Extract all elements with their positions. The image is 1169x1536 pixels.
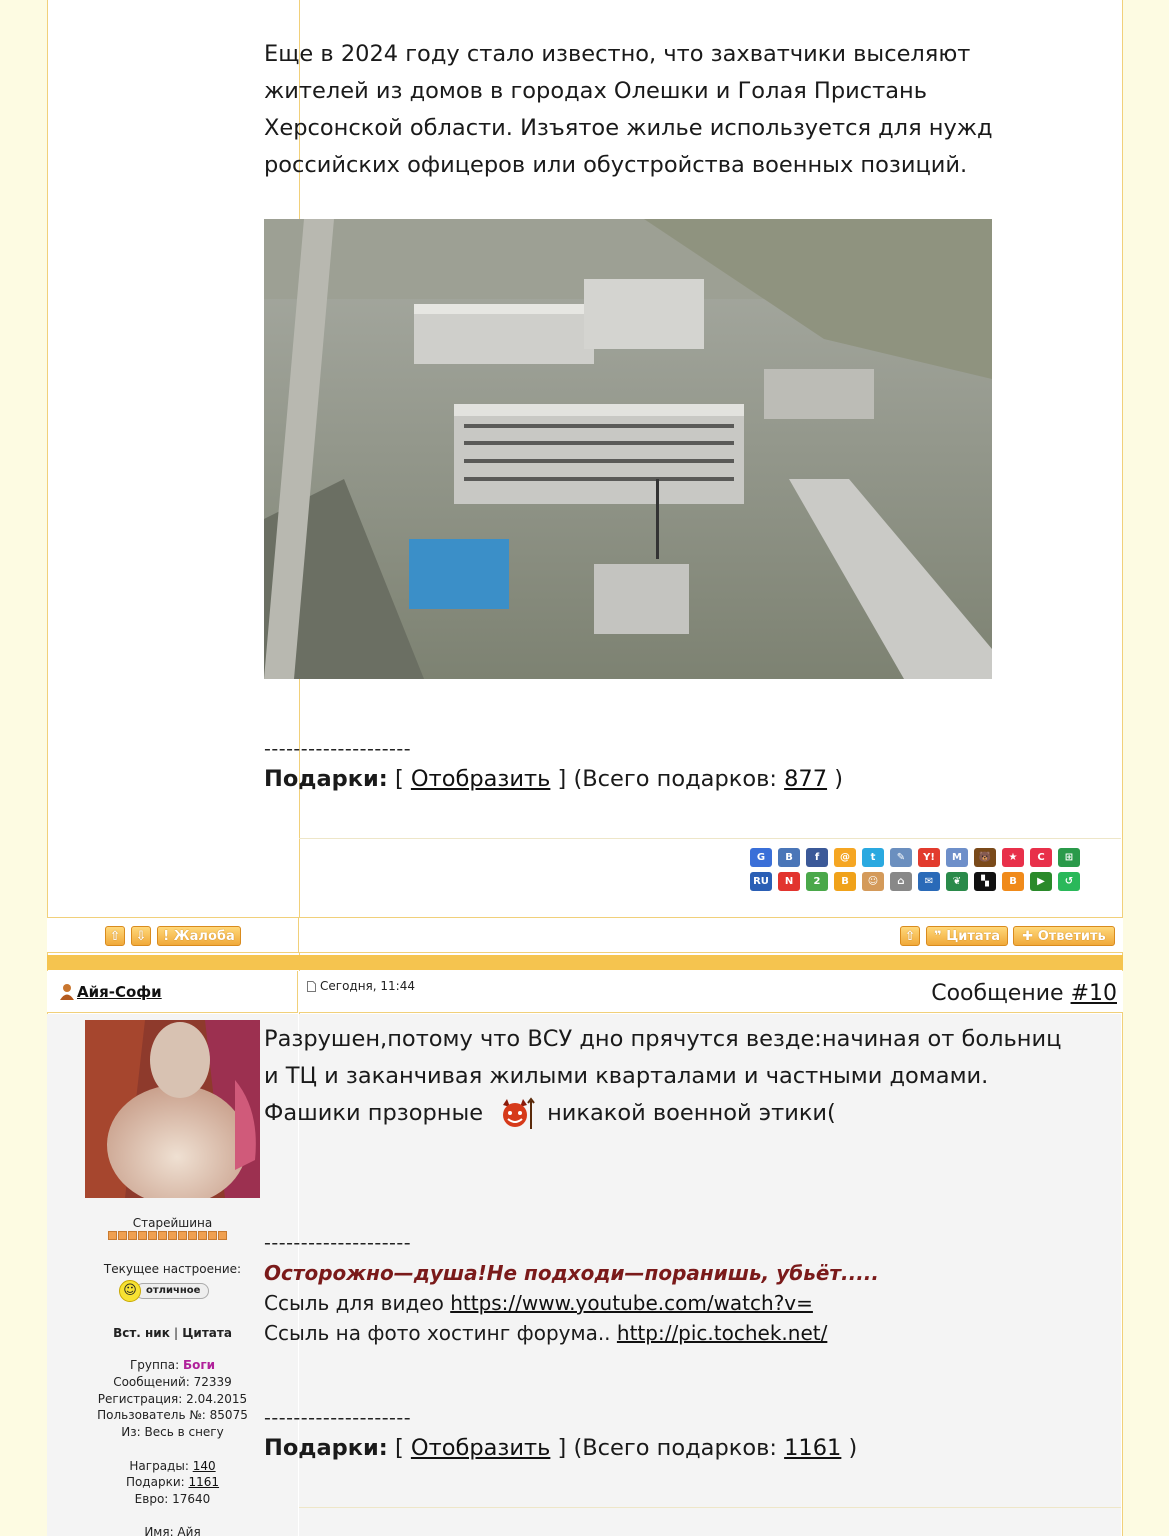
share-service-icon[interactable]: ✉ (918, 872, 940, 891)
post-line-2b: никакой военной этики( (547, 1100, 836, 1126)
gifts-bracket-close: ) (848, 1435, 858, 1461)
destroyed-city-aerial-image (264, 219, 992, 679)
gifts-total-prefix: ] (Всего подарков: (557, 1435, 777, 1461)
gifts-label: Подарки: (264, 1435, 388, 1461)
gifts-show-link[interactable]: Отобразить (411, 766, 550, 792)
video-link[interactable]: https://www.youtube.com/watch?v= (450, 1291, 813, 1315)
gifts-count-link[interactable]: 1161 (784, 1435, 841, 1461)
profile-gifts-link[interactable]: 1161 (189, 1475, 220, 1489)
share-service-icon[interactable]: M (946, 848, 968, 867)
share-divider (299, 1507, 1121, 1508)
share-service-icon[interactable]: B (778, 848, 800, 867)
share-row: RU N 2 B ☺ ⌂ ✉ ❦ ▚ B ▶ ↺ (740, 872, 1080, 891)
gifts-line: Подарки: [ Отобразить ] (Всего подарков:… (264, 1435, 857, 1461)
signature-separator: -------------------- (264, 1232, 412, 1254)
gifts-count-link[interactable]: 877 (784, 766, 827, 792)
video-link-line: Ссыль для видео https://www.youtube.com/… (264, 1291, 813, 1315)
user-icon (60, 984, 74, 1000)
share-service-icon[interactable]: ↺ (1058, 872, 1080, 891)
post-line-2: Фашики прзорные никакой военной этики( (264, 1095, 1064, 1132)
share-service-icon[interactable]: ☺ (862, 872, 884, 891)
share-service-icon[interactable]: 🐻 (974, 848, 996, 867)
gifts-bracket-close: ) (834, 766, 843, 792)
share-service-icon[interactable]: B (834, 872, 856, 891)
share-service-icon[interactable]: C (1030, 848, 1052, 867)
post-text: Еще в 2024 году стало известно, что захв… (264, 41, 993, 178)
author-name: Айя-Софи (77, 983, 162, 1001)
insert-nick-link[interactable]: Вст. ник (113, 1326, 170, 1340)
share-service-icon[interactable]: 2 (806, 872, 828, 891)
share-service-icon[interactable]: ▚ (974, 872, 996, 891)
signature-separator: -------------------- (264, 1407, 412, 1429)
share-service-icon[interactable]: ❦ (946, 872, 968, 891)
gifts-line: Подарки: [ Отобразить ] (Всего подарков:… (264, 766, 843, 792)
gifts-total-prefix: ] (Всего подарков: (557, 766, 777, 792)
share-service-icon[interactable]: f (806, 848, 828, 867)
post-line-2a: Фашики прзорные (264, 1100, 484, 1126)
devil-emoticon-icon (503, 1096, 535, 1129)
share-icons: G Bf @ t ✎ Y! M 🐻 ★ C ⊞ RU N 2 B ☺ ⌂ ✉ ❦ ▚ B ▶ ↺ (740, 848, 1080, 896)
share-service-icon[interactable]: t (862, 848, 884, 867)
share-service-icon[interactable]: ✎ (890, 848, 912, 867)
signature-quote: Осторожно—душа!Не подходи—поранишь, убьё… (264, 1261, 879, 1285)
share-row: G Bf @ t ✎ Y! M 🐻 ★ C ⊞ (740, 848, 1080, 867)
signature-separator: -------------------- (264, 738, 412, 760)
author-link[interactable]: Айя-Софи (59, 983, 162, 1001)
share-service-icon[interactable]: Y! (918, 848, 940, 867)
share-service-icon[interactable]: ⊞ (1058, 848, 1080, 867)
share-service-icon[interactable]: ⌂ (890, 872, 912, 891)
photo-link[interactable]: http://pic.tochek.net/ (617, 1321, 827, 1345)
photo-link-line: Ссыль на фото хостинг форума.. http://pi… (264, 1321, 827, 1345)
gifts-label: Подарки: (264, 766, 388, 792)
gifts-show-link[interactable]: Отобразить (411, 1435, 550, 1461)
post-photo (264, 219, 992, 679)
share-divider (299, 838, 1121, 839)
post-line-1: Разрушен,потому что ВСУ дно прячутся вез… (264, 1026, 1062, 1089)
gifts-bracket-open: [ (394, 1435, 404, 1461)
share-service-icon[interactable]: RU (750, 872, 772, 891)
awards-link[interactable]: 140 (193, 1459, 216, 1473)
share-service-icon[interactable]: N (778, 872, 800, 891)
photo-label: Ссыль на фото хостинг форума.. (264, 1321, 611, 1345)
share-service-icon[interactable]: ★ (1002, 848, 1024, 867)
share-service-icon[interactable]: G (750, 848, 772, 867)
quote-nick-link[interactable]: Цитата (182, 1326, 232, 1340)
share-service-icon[interactable]: @ (834, 848, 856, 867)
gifts-bracket-open: [ (394, 766, 404, 792)
video-label: Ссыль для видео (264, 1291, 444, 1315)
share-service-icon[interactable]: B (1002, 872, 1024, 891)
share-service-icon[interactable]: ▶ (1030, 872, 1052, 891)
post-text: Разрушен,потому что ВСУ дно прячутся вез… (264, 1021, 1064, 1132)
